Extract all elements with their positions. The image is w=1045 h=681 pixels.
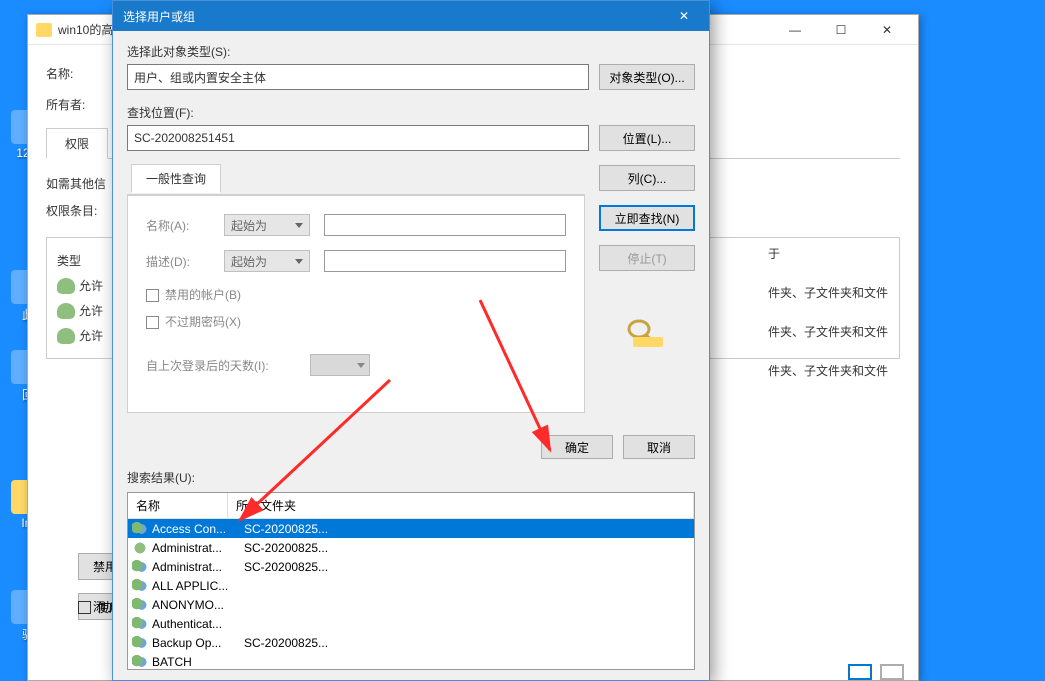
group-icon — [132, 617, 148, 631]
desc-query-input[interactable] — [324, 250, 566, 272]
person-icon — [57, 278, 75, 294]
results-body[interactable]: Access Con...SC-20200825...Administrat..… — [128, 519, 694, 669]
days-since-label: 自上次登录后的天数(I): — [146, 357, 296, 374]
chevron-down-icon — [357, 363, 365, 368]
folder-icon — [36, 23, 52, 37]
maximize-button[interactable]: ☐ — [818, 15, 864, 45]
query-tabbox: 名称(A): 起始为 描述(D): 起始为 禁用的帐户(B) 不过期密码(X) — [127, 194, 585, 413]
minimize-button[interactable]: — — [772, 15, 818, 45]
person-icon — [57, 328, 75, 344]
group-icon — [132, 636, 148, 650]
result-row[interactable]: BATCH — [128, 652, 694, 669]
result-row[interactable]: Access Con...SC-20200825... — [128, 519, 694, 538]
group-icon — [132, 560, 148, 574]
owner-label: 所有者: — [46, 96, 106, 113]
name-query-input[interactable] — [324, 214, 566, 236]
result-row[interactable]: Authenticat... — [128, 614, 694, 633]
search-folder-icon — [625, 315, 669, 349]
group-icon — [132, 655, 148, 669]
select-user-group-dialog: 选择用户或组 ✕ 选择此对象类型(S): 用户、组或内置安全主体 对象类型(O)… — [112, 0, 710, 681]
results-label: 搜索结果(U): — [113, 469, 709, 492]
desc-match-combo[interactable]: 起始为 — [224, 250, 310, 272]
group-icon — [132, 579, 148, 593]
columns-button[interactable]: 列(C)... — [599, 165, 695, 191]
disabled-accounts-checkbox[interactable] — [146, 289, 159, 302]
stop-button[interactable]: 停止(T) — [599, 245, 695, 271]
result-row[interactable]: ANONYMO... — [128, 595, 694, 614]
find-now-button[interactable]: 立即查找(N) — [599, 205, 695, 231]
result-row[interactable]: Administrat...SC-20200825... — [128, 557, 694, 576]
close-icon[interactable]: ✕ — [669, 1, 699, 31]
object-type-field: 用户、组或内置安全主体 — [127, 64, 589, 90]
dialog-titlebar[interactable]: 选择用户或组 ✕ — [113, 1, 709, 31]
col-name-header[interactable]: 名称 — [128, 493, 228, 518]
chevron-down-icon — [295, 259, 303, 264]
result-row[interactable]: Backup Op...SC-20200825... — [128, 633, 694, 652]
user-icon — [132, 541, 148, 555]
group-icon — [132, 522, 148, 536]
cancel-button[interactable]: 取消 — [623, 435, 695, 459]
col-folder-header[interactable]: 所在文件夹 — [228, 493, 694, 518]
chevron-down-icon — [295, 223, 303, 228]
search-results: 名称 所在文件夹 Access Con...SC-20200825...Admi… — [127, 492, 695, 670]
checkbox-icon[interactable] — [78, 601, 91, 614]
days-combo[interactable] — [310, 354, 370, 376]
locations-button[interactable]: 位置(L)... — [599, 125, 695, 151]
tab-permissions[interactable]: 权限 — [46, 128, 108, 159]
location-field: SC-202008251451 — [127, 125, 589, 151]
ok-bg-button[interactable] — [848, 664, 872, 680]
tab-general-query[interactable]: 一般性查询 — [131, 164, 221, 193]
group-icon — [132, 598, 148, 612]
dialog-title: 选择用户或组 — [123, 8, 669, 25]
col-type: 类型 — [57, 252, 117, 269]
inherits-column: 于 件夹、子文件夹和文件 件夹、子文件夹和文件 件夹、子文件夹和文件 — [768, 245, 888, 401]
dialog-bottom-buttons — [848, 664, 904, 680]
result-row[interactable]: Administrat...SC-20200825... — [128, 538, 694, 557]
ok-button[interactable]: 确定 — [541, 435, 613, 459]
query-name-label: 名称(A): — [146, 217, 210, 234]
noexpire-checkbox[interactable] — [146, 316, 159, 329]
location-label: 查找位置(F): — [127, 104, 695, 121]
query-desc-label: 描述(D): — [146, 253, 210, 270]
result-row[interactable]: ALL APPLIC... — [128, 576, 694, 595]
name-label: 名称: — [46, 65, 106, 82]
cancel-bg-button[interactable] — [880, 664, 904, 680]
person-icon — [57, 303, 75, 319]
name-match-combo[interactable]: 起始为 — [224, 214, 310, 236]
object-type-label: 选择此对象类型(S): — [127, 43, 695, 60]
close-button[interactable]: ✕ — [864, 15, 910, 45]
object-types-button[interactable]: 对象类型(O)... — [599, 64, 695, 90]
